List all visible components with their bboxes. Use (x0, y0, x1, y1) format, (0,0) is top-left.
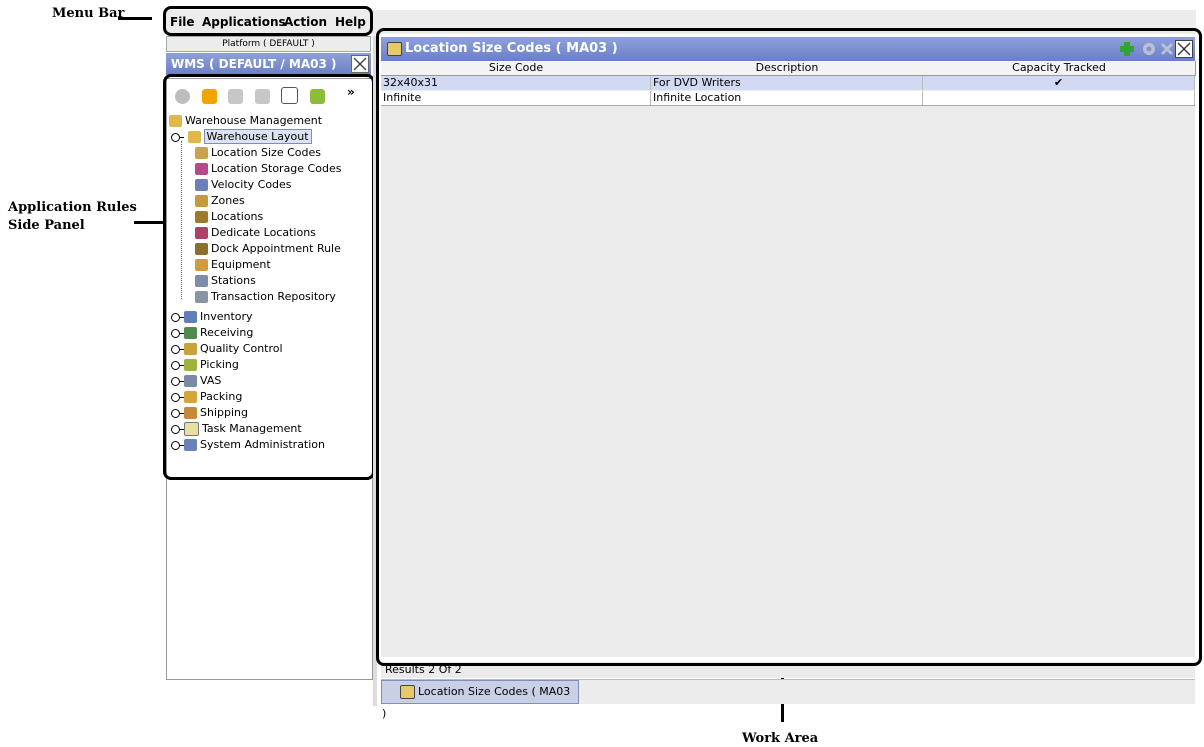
side-panel-annotation-line2: Side Panel (8, 218, 85, 233)
side-panel-annotation-line1: Application Rules (8, 200, 137, 215)
size-codes-icon (400, 685, 415, 699)
close-panel-icon[interactable] (351, 55, 369, 73)
window-tabstrip: Location Size Codes ( MA03 ) (381, 679, 1195, 720)
work-area-callout (376, 28, 1202, 666)
window-tab[interactable]: Location Size Codes ( MA03 ) (381, 680, 579, 720)
side-panel-callout (163, 74, 375, 480)
menu-bar-callout (163, 6, 373, 36)
wms-title-bar: WMS ( DEFAULT / MA03 ) (166, 53, 371, 75)
platform-bar[interactable]: Platform ( DEFAULT ) (166, 36, 371, 52)
side-panel-leader (134, 221, 164, 224)
work-area-annotation: Work Area (742, 731, 819, 746)
wms-title: WMS ( DEFAULT / MA03 ) (171, 57, 337, 71)
menu-bar-leader (118, 17, 152, 20)
menu-bar-annotation: Menu Bar (52, 6, 125, 21)
